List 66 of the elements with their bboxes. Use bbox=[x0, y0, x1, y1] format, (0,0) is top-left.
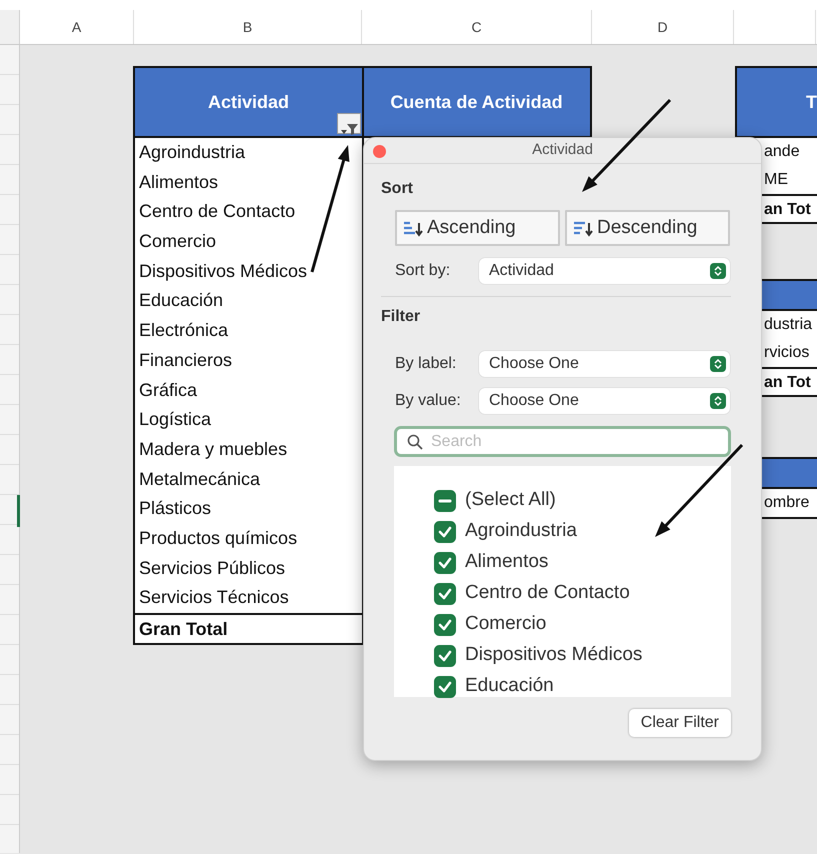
table-cell-text: ombre bbox=[763, 493, 810, 513]
field-label: By value: bbox=[395, 391, 462, 411]
checkbox[interactable] bbox=[434, 614, 456, 636]
table-cell-text: Logística bbox=[138, 408, 212, 432]
checkbox-label: (Select All) bbox=[465, 488, 556, 512]
column-heading: Actividad bbox=[208, 90, 290, 114]
dropdown-field[interactable]: Choose One bbox=[479, 388, 730, 414]
dropdown-field[interactable]: Choose One bbox=[479, 351, 730, 377]
checkbox-label: Educación bbox=[465, 674, 554, 698]
close-button[interactable] bbox=[373, 145, 386, 158]
dropdown-field[interactable]: Actividad bbox=[479, 258, 730, 284]
table-cell-text: Dispositivos Médicos bbox=[138, 260, 308, 283]
table-cell-text: dustria bbox=[763, 315, 814, 335]
field-label: By label: bbox=[395, 354, 458, 374]
checkbox[interactable] bbox=[434, 552, 456, 574]
table-cell-text: Comercio bbox=[138, 230, 218, 254]
column-header[interactable]: B bbox=[134, 10, 362, 44]
table-cell-text: Gráfica bbox=[138, 378, 198, 402]
checkbox-label: Centro de Contacto bbox=[465, 581, 630, 606]
table-cell-text: ande bbox=[763, 142, 801, 162]
sort-button[interactable]: Ascending bbox=[395, 210, 560, 246]
table-cell-text: Productos químicos bbox=[138, 526, 298, 550]
search-icon bbox=[407, 434, 423, 450]
table-cell-text: Financieros bbox=[138, 348, 234, 372]
column-header[interactable]: C bbox=[362, 10, 592, 44]
stepper-icon bbox=[710, 356, 726, 372]
checkbox-label: Agroindustria bbox=[465, 519, 577, 544]
search-field[interactable]: Search bbox=[394, 426, 731, 457]
sort-ascending-icon bbox=[403, 220, 423, 236]
checkbox[interactable] bbox=[434, 520, 456, 542]
checkbox-label: Comercio bbox=[465, 612, 546, 636]
table-cell-text: Plásticos bbox=[138, 497, 212, 520]
column-heading: Cuenta de Actividad bbox=[390, 90, 563, 114]
stepper-icon bbox=[710, 393, 726, 409]
table-cell-text: Educación bbox=[138, 289, 224, 312]
checkbox[interactable] bbox=[434, 676, 456, 698]
column-heading: T bbox=[806, 90, 817, 114]
total-cell: Gran Total bbox=[135, 613, 362, 643]
table-cell-text: Servicios Públicos bbox=[138, 556, 286, 580]
filter-button[interactable] bbox=[337, 113, 361, 134]
section-heading: Sort bbox=[381, 179, 414, 199]
clear-filter-button[interactable]: Clear Filter bbox=[628, 709, 731, 737]
checkbox[interactable] bbox=[434, 644, 456, 666]
stepper-icon bbox=[710, 263, 726, 279]
column-header[interactable]: D bbox=[592, 10, 734, 44]
table-cell-text: Madera y muebles bbox=[138, 438, 288, 461]
table-cell-text: Agroindustria bbox=[138, 141, 246, 164]
checkbox-label: Alimentos bbox=[465, 550, 548, 574]
table-cell-text: Centro de Contacto bbox=[138, 200, 296, 224]
search-input[interactable]: Search bbox=[431, 430, 728, 454]
section-heading: Filter bbox=[381, 307, 422, 327]
table-cell-text: Electrónica bbox=[138, 319, 230, 342]
popover-title: Actividad bbox=[532, 140, 593, 160]
field-label: Sort by: bbox=[395, 261, 452, 281]
selected-row-marker bbox=[17, 495, 20, 527]
table-cell-text: rvicios bbox=[763, 343, 810, 363]
checkbox[interactable] bbox=[434, 582, 456, 604]
sort-button[interactable]: Descending bbox=[565, 210, 730, 246]
table-cell-text: Alimentos bbox=[138, 170, 220, 194]
table-cell-text: Servicios Técnicos bbox=[138, 586, 290, 610]
table-cell-text: Metalmecánica bbox=[138, 468, 262, 491]
table-cell-text: ME bbox=[763, 170, 789, 190]
checkbox[interactable] bbox=[434, 490, 456, 512]
checkbox-label: Dispositivos Médicos bbox=[465, 643, 642, 668]
sort-descending-icon bbox=[573, 220, 593, 236]
column-header[interactable]: A bbox=[20, 10, 134, 44]
